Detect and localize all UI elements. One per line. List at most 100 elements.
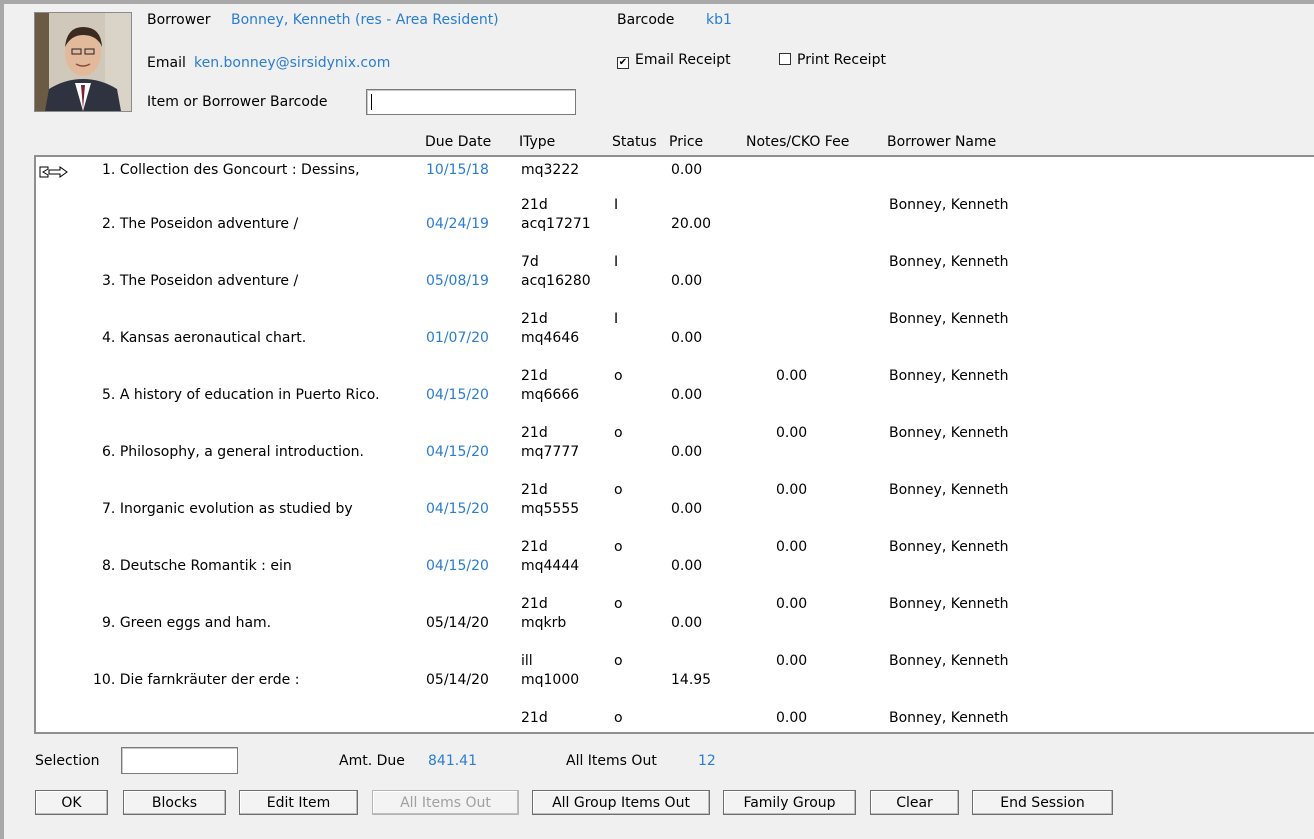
print-receipt-checkbox[interactable]: Print Receipt bbox=[779, 52, 886, 68]
borrower-name: Bonney, Kenneth bbox=[889, 425, 1009, 441]
barcode-input[interactable] bbox=[366, 89, 576, 115]
due-date[interactable]: 04/24/19 bbox=[426, 216, 489, 232]
item-title[interactable]: 9. Green eggs and ham. bbox=[102, 615, 271, 631]
item-price: 20.00 bbox=[671, 216, 712, 232]
item-title[interactable]: 10. Die farnkräuter der erde : bbox=[93, 672, 299, 688]
item-type: 21d bbox=[521, 197, 548, 213]
email-receipt-checkbox[interactable]: ✔ Email Receipt bbox=[617, 52, 731, 69]
barcode-input-label: Item or Borrower Barcode bbox=[147, 94, 328, 110]
item-price: 0.00 bbox=[671, 387, 703, 403]
selection-input[interactable] bbox=[121, 747, 238, 774]
ok-button[interactable]: OK bbox=[35, 790, 108, 815]
item-id: mqkrb bbox=[521, 615, 567, 631]
item-price: 0.00 bbox=[671, 558, 703, 574]
item-id: mq4646 bbox=[521, 330, 580, 346]
edit-item-button[interactable]: Edit Item bbox=[239, 790, 358, 815]
items-out-list[interactable]: 1. Collection des Goncourt : Dessins, 10/… bbox=[34, 155, 1314, 734]
table-row[interactable]: 1. Collection des Goncourt : Dessins, 10/… bbox=[36, 157, 1314, 214]
item-price: 0.00 bbox=[671, 330, 703, 346]
table-row[interactable]: 4. Kansas aeronautical chart. 01/07/20 21d… bbox=[36, 311, 1314, 385]
all-group-items-out-button[interactable]: All Group Items Out bbox=[532, 790, 710, 815]
item-title[interactable]: 3. The Poseidon adventure / bbox=[102, 273, 298, 289]
item-type: ill bbox=[521, 653, 533, 669]
item-status: o bbox=[614, 368, 623, 384]
due-date[interactable]: 10/15/18 bbox=[426, 162, 489, 178]
blocks-button[interactable]: Blocks bbox=[123, 790, 226, 815]
item-number: 6. bbox=[102, 444, 116, 460]
due-date[interactable]: 05/14/20 bbox=[426, 672, 489, 688]
table-row[interactable]: 8. Deutsche Romantik : ein 04/15/20 21d mq4… bbox=[36, 539, 1314, 613]
table-row[interactable]: 2. The Poseidon adventure / 04/24/19 21d ac… bbox=[36, 197, 1314, 271]
family-group-button[interactable]: Family Group bbox=[723, 790, 856, 815]
col-header-notes[interactable]: Notes/CKO Fee bbox=[746, 134, 849, 150]
notes-cko-fee: 0.00 bbox=[776, 710, 808, 726]
notes-cko-fee: 0.00 bbox=[776, 425, 808, 441]
item-title[interactable]: 1. Collection des Goncourt : Dessins, bbox=[102, 162, 360, 178]
col-header-borrower-name[interactable]: Borrower Name bbox=[887, 134, 996, 150]
item-title[interactable]: 8. Deutsche Romantik : ein bbox=[102, 558, 292, 574]
notes-cko-fee: 0.00 bbox=[776, 368, 808, 384]
borrower-label: Borrower bbox=[147, 12, 211, 28]
due-date[interactable]: 04/15/20 bbox=[426, 444, 489, 460]
item-id: mq6666 bbox=[521, 387, 580, 403]
window-top-edge bbox=[0, 0, 1314, 4]
item-status: o bbox=[614, 539, 623, 555]
due-date[interactable]: 05/14/20 bbox=[426, 615, 489, 631]
item-title[interactable]: 6. Philosophy, a general introduction. bbox=[102, 444, 364, 460]
borrower-name: Bonney, Kenneth bbox=[889, 254, 1009, 270]
due-date[interactable]: 04/15/20 bbox=[426, 501, 489, 517]
text-cursor bbox=[371, 94, 372, 110]
col-header-itype[interactable]: IType bbox=[519, 134, 555, 150]
due-date[interactable]: 05/08/19 bbox=[426, 273, 489, 289]
item-price: 0.00 bbox=[671, 273, 703, 289]
item-type: 21d bbox=[521, 368, 548, 384]
end-session-button[interactable]: End Session bbox=[972, 790, 1113, 815]
table-row[interactable]: 10. Die farnkräuter der erde : 05/14/20 il… bbox=[36, 653, 1314, 727]
table-row[interactable]: 21d o 0.00 Bonney, Kenneth bbox=[36, 710, 1314, 732]
table-row[interactable]: 9. Green eggs and ham. 05/14/20 21d mqkrb o 0… bbox=[36, 596, 1314, 670]
item-number: 9. bbox=[102, 615, 116, 631]
item-status: o bbox=[614, 596, 623, 612]
clear-button[interactable]: Clear bbox=[870, 790, 959, 815]
item-id: mq1000 bbox=[521, 672, 580, 688]
item-price: 14.95 bbox=[671, 672, 712, 688]
col-header-price[interactable]: Price bbox=[669, 134, 703, 150]
item-status: o bbox=[614, 710, 623, 726]
item-type: 21d bbox=[521, 425, 548, 441]
all-items-out-button[interactable]: All Items Out bbox=[372, 790, 519, 815]
item-type: 21d bbox=[521, 482, 548, 498]
item-id: mq3222 bbox=[521, 162, 580, 178]
barcode-value: kb1 bbox=[706, 12, 732, 28]
col-header-due-date[interactable]: Due Date bbox=[425, 134, 491, 150]
print-receipt-label: Print Receipt bbox=[797, 52, 886, 68]
col-header-status[interactable]: Status bbox=[612, 134, 657, 150]
item-title[interactable]: 5. A history of education in Puerto Rico… bbox=[102, 387, 380, 403]
borrower-name-link[interactable]: Bonney, Kenneth (res - Area Resident) bbox=[231, 12, 499, 28]
email-receipt-label: Email Receipt bbox=[635, 52, 731, 68]
item-title[interactable]: 7. Inorganic evolution as studied by bbox=[102, 501, 353, 517]
item-title[interactable]: 4. Kansas aeronautical chart. bbox=[102, 330, 306, 346]
item-title-text: The Poseidon adventure / bbox=[119, 216, 299, 232]
due-date[interactable]: 04/15/20 bbox=[426, 558, 489, 574]
item-status: I bbox=[614, 311, 619, 327]
window-left-edge bbox=[0, 0, 4, 839]
email-label: Email bbox=[147, 55, 186, 71]
table-row[interactable]: 6. Philosophy, a general introduction. 04… bbox=[36, 425, 1314, 499]
table-row[interactable]: 7. Inorganic evolution as studied by 04/1… bbox=[36, 482, 1314, 556]
due-date[interactable]: 01/07/20 bbox=[426, 330, 489, 346]
email-link[interactable]: ken.bonney@sirsidynix.com bbox=[194, 55, 390, 71]
item-status: o bbox=[614, 482, 623, 498]
table-row[interactable]: 3. The Poseidon adventure / 05/08/19 7d acq… bbox=[36, 254, 1314, 328]
table-row[interactable]: 5. A history of education in Puerto Rico… bbox=[36, 368, 1314, 442]
due-date[interactable]: 04/15/20 bbox=[426, 387, 489, 403]
item-title-text: Inorganic evolution as studied by bbox=[119, 501, 353, 517]
item-type: 21d bbox=[521, 710, 548, 726]
item-number: 8. bbox=[102, 558, 116, 574]
item-title-text: A history of education in Puerto Rico. bbox=[119, 387, 380, 403]
item-status: I bbox=[614, 254, 619, 270]
item-number: 4. bbox=[102, 330, 116, 346]
borrower-name: Bonney, Kenneth bbox=[889, 482, 1009, 498]
all-items-out-count: 12 bbox=[698, 753, 716, 769]
item-id: mq5555 bbox=[521, 501, 580, 517]
item-title[interactable]: 2. The Poseidon adventure / bbox=[102, 216, 298, 232]
